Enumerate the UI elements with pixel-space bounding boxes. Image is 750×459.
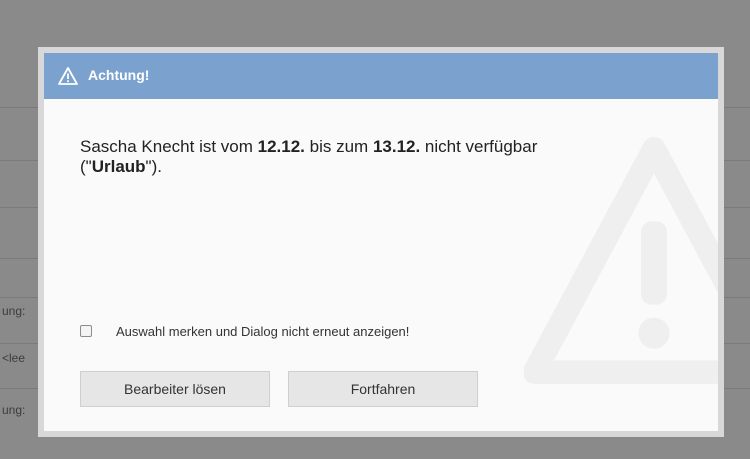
background-text-fragment: <lee bbox=[2, 351, 26, 365]
background-text-fragment: ung: bbox=[2, 304, 26, 318]
background-text-fragment: ung: bbox=[2, 403, 26, 417]
warning-triangle-icon bbox=[58, 67, 78, 85]
from-date: 12.12. bbox=[257, 137, 305, 156]
absence-reason: Urlaub bbox=[91, 157, 146, 176]
message-text: nicht verfügbar bbox=[420, 137, 538, 156]
dialog-titlebar: Achtung! bbox=[44, 53, 718, 99]
dialog-message: Sascha Knecht ist vom 12.12. bis zum 13.… bbox=[80, 137, 680, 177]
dialog-title: Achtung! bbox=[88, 67, 150, 83]
remember-choice-checkbox[interactable] bbox=[80, 325, 92, 337]
message-text: Sascha Knecht ist vom bbox=[80, 137, 258, 156]
to-date: 13.12. bbox=[372, 137, 421, 156]
continue-button[interactable]: Fortfahren bbox=[288, 371, 478, 407]
page-overlay: ung: <lee ung: Achtung! Sascha Knecht is… bbox=[0, 0, 750, 459]
message-text: "). bbox=[145, 157, 162, 176]
message-text: bis zum bbox=[304, 137, 373, 156]
remember-choice-label[interactable]: Auswahl merken und Dialog nicht erneut a… bbox=[116, 324, 409, 339]
release-assignee-button[interactable]: Bearbeiter lösen bbox=[80, 371, 270, 407]
dialog-body: Achtung! Sascha Knecht ist vom 12.12. bi… bbox=[44, 53, 718, 431]
message-text: (" bbox=[80, 157, 92, 176]
warning-dialog: Achtung! Sascha Knecht ist vom 12.12. bi… bbox=[38, 47, 724, 437]
